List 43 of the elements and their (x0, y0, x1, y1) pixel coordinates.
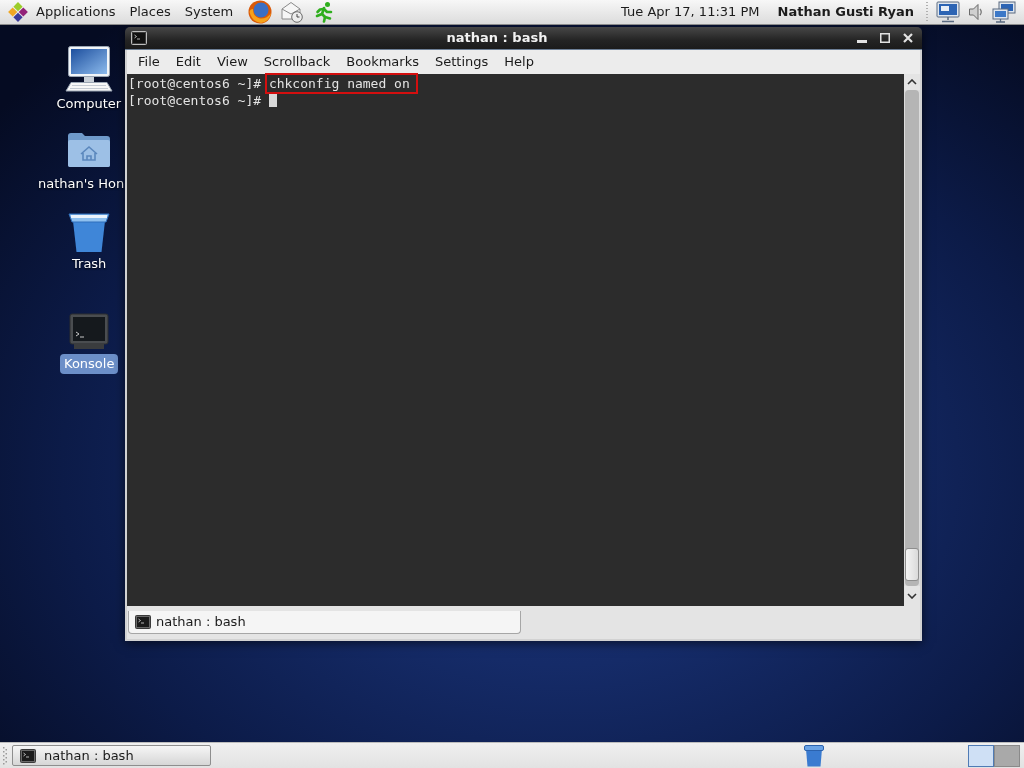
terminal-icon (135, 615, 151, 629)
workspace-button[interactable] (968, 744, 994, 767)
icon-label[interactable]: Computer (56, 94, 122, 114)
menu-item[interactable]: Help (496, 52, 542, 72)
menu-item[interactable]: Settings (427, 52, 497, 72)
prompt-text: [root@centos6 ~]# (128, 94, 262, 107)
scroll-down-button[interactable] (904, 586, 920, 606)
menu-item[interactable]: Bookmarks (338, 52, 427, 72)
menu-item[interactable]: Edit (167, 52, 209, 72)
grip-icon[interactable] (3, 745, 7, 766)
menu-item[interactable]: Scrollback (255, 52, 339, 72)
globe-icon[interactable] (248, 0, 273, 24)
chevron-up-icon[interactable] (907, 79, 917, 85)
icon-label[interactable]: Trash (72, 254, 107, 274)
running-person-icon[interactable] (314, 1, 335, 23)
computer-icon[interactable] (65, 46, 113, 92)
window-title: nathan : bash (445, 29, 549, 48)
scrollbar-thumb[interactable] (905, 548, 919, 581)
panel-menu[interactable]: Applications (29, 2, 123, 22)
panel-menu[interactable]: Places (122, 2, 178, 22)
network-icon[interactable] (992, 1, 1016, 23)
tab[interactable]: nathan : bash (128, 611, 521, 634)
command-text: chkconfig named on (264, 73, 418, 94)
prompt-text: [root@centos6 ~]# (128, 77, 262, 90)
user-name[interactable]: Nathan Gusti Ryan (777, 2, 914, 22)
taskbar-button[interactable]: nathan : bash (12, 745, 211, 766)
display-icon[interactable] (936, 1, 960, 23)
bin-icon[interactable] (804, 744, 824, 767)
panel-menu[interactable]: System (177, 2, 241, 22)
trash-can-icon[interactable] (68, 211, 110, 253)
pinwheel-icon[interactable] (7, 1, 29, 23)
envelope-clock-icon[interactable] (281, 1, 304, 23)
home-folder-icon[interactable] (67, 132, 111, 168)
icon-label[interactable]: nathan's Hon (38, 174, 125, 194)
terminal-icon (131, 31, 147, 45)
scroll-up-button[interactable] (904, 74, 920, 90)
menu-item[interactable]: View (208, 52, 256, 72)
menu-item[interactable]: File (130, 52, 168, 72)
clock-text[interactable]: Tue Apr 17, 11:31 PM (621, 2, 760, 22)
speaker-icon[interactable] (968, 2, 984, 22)
terminal-icon (20, 748, 36, 763)
workspace-button[interactable] (994, 744, 1020, 767)
chevron-down-icon[interactable] (907, 593, 917, 599)
